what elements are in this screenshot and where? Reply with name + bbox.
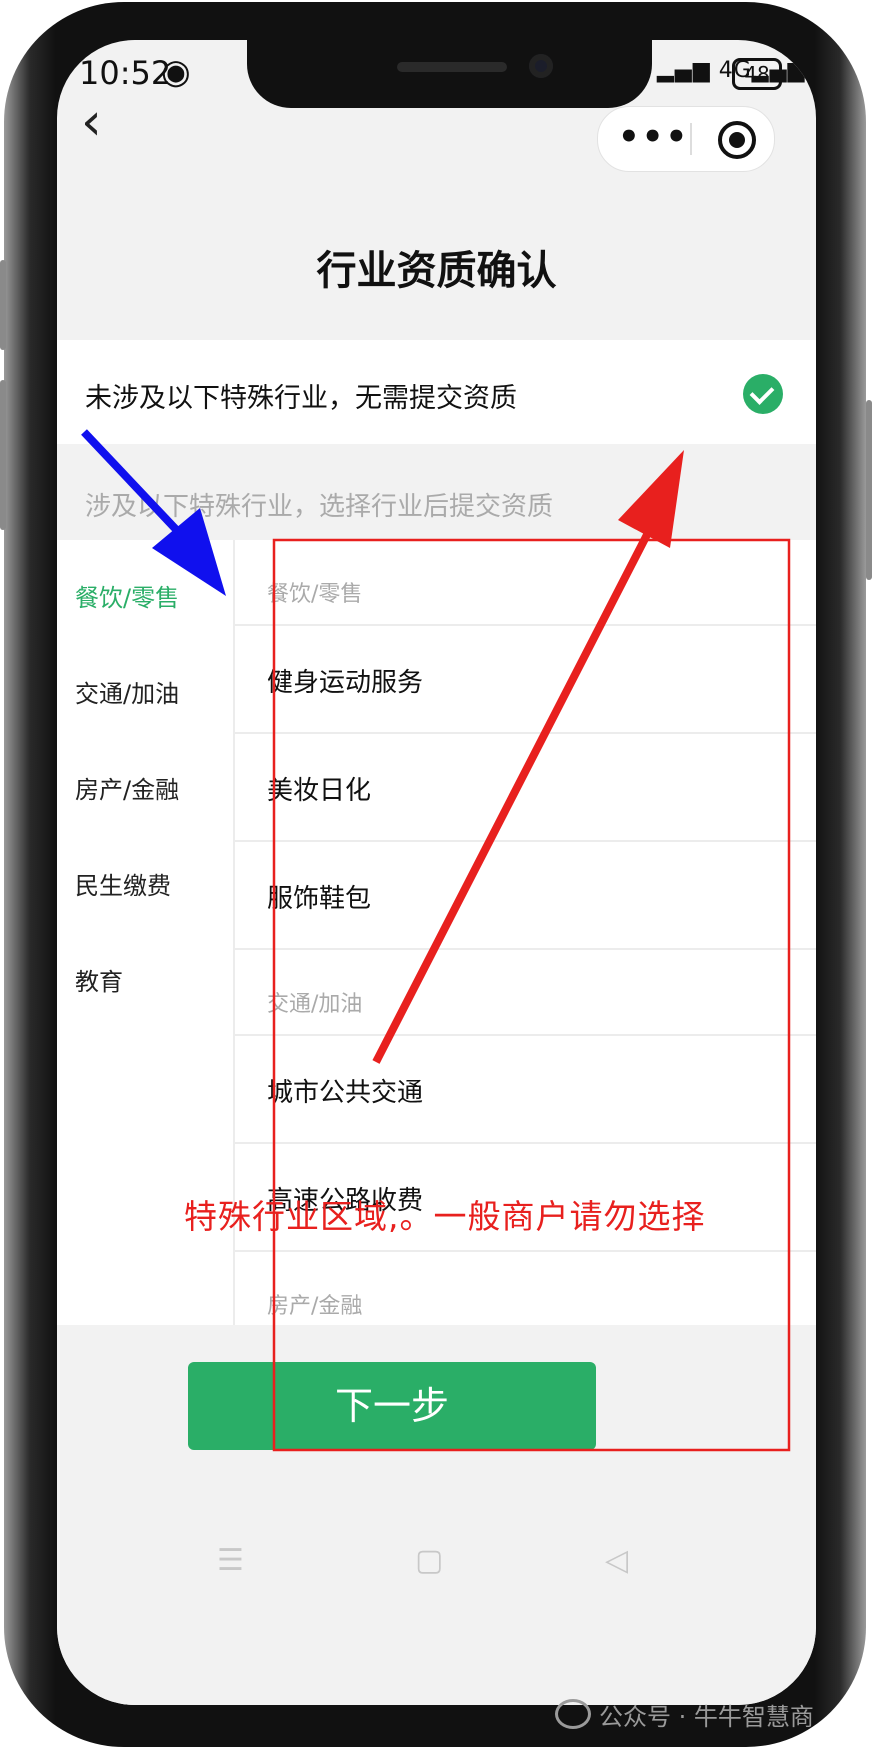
back-nav-icon[interactable]: ◁ <box>605 1543 628 1578</box>
side-button-right <box>866 400 872 580</box>
sidebar-item-transport-fuel[interactable]: 交通/加油 <box>75 674 179 709</box>
annotation-text: 特殊行业区域,。一般商户请勿选择 <box>184 1197 706 1236</box>
wechat-icon <box>555 1699 591 1729</box>
page-title: 行业资质确认 <box>316 248 557 294</box>
battery-icon: 48 <box>732 58 782 90</box>
side-button-left-1 <box>0 260 6 350</box>
group-header-label: 房产/金融 <box>267 1294 363 1319</box>
notch <box>247 40 652 108</box>
phone-screen: 10:52 ◉ ▂▄▆ 4G▂▄▆ 48 ‹ ••• 行业资质确认 未涉及以下特… <box>57 40 816 1705</box>
sidebar-item-education[interactable]: 教育 <box>75 962 123 997</box>
capsule-divider <box>690 123 692 155</box>
status-time: 10:52 <box>79 54 172 92</box>
list-item-label: 健身运动服务 <box>267 668 424 698</box>
group-header-label: 餐饮/零售 <box>267 582 363 607</box>
eye-icon: ◉ <box>161 52 191 92</box>
group-header-dining-retail: 餐饮/零售 <box>235 540 816 626</box>
speaker <box>397 62 507 72</box>
group-header-transport-fuel: 交通/加油 <box>235 950 816 1036</box>
no-special-industry-option[interactable]: 未涉及以下特殊行业，无需提交资质 <box>57 340 816 444</box>
menu-nav-icon[interactable]: ☰ <box>217 1543 244 1578</box>
sidebar-item-utility-payment[interactable]: 民生缴费 <box>75 866 171 901</box>
section-hint: 涉及以下特殊行业，选择行业后提交资质 <box>85 492 554 522</box>
list-item-apparel[interactable]: 服饰鞋包 <box>235 842 816 950</box>
group-header-property-finance: 房产/金融 <box>235 1252 816 1336</box>
list-item-fitness[interactable]: 健身运动服务 <box>235 626 816 734</box>
list-item-label: 服饰鞋包 <box>267 884 372 914</box>
sidebar-item-property-finance[interactable]: 房产/金融 <box>75 770 179 805</box>
watermark-text: 公众号 · 牛牛智慧商 <box>599 1703 814 1731</box>
list-item-label: 美妆日化 <box>267 776 372 806</box>
list-item-city-transit[interactable]: 城市公共交通 <box>235 1036 816 1144</box>
home-nav-icon[interactable]: ▢ <box>415 1543 443 1578</box>
checkmark-icon[interactable] <box>743 374 783 414</box>
no-special-industry-label: 未涉及以下特殊行业，无需提交资质 <box>85 383 517 414</box>
watermark: 公众号 · 牛牛智慧商 <box>555 1697 814 1732</box>
target-close-icon[interactable] <box>718 121 756 159</box>
side-button-left-2 <box>0 380 6 530</box>
next-step-button[interactable]: 下一步 <box>188 1362 596 1450</box>
bottom-area: 下一步 ☰ ▢ ◁ <box>57 1325 816 1705</box>
mini-program-capsule: ••• <box>597 106 775 172</box>
back-chevron-icon[interactable]: ‹ <box>81 96 102 148</box>
list-item-label: 城市公共交通 <box>267 1078 424 1108</box>
group-header-label: 交通/加油 <box>267 992 363 1017</box>
sidebar-item-dining-retail[interactable]: 餐饮/零售 <box>75 578 179 613</box>
more-dots-icon[interactable]: ••• <box>618 113 688 165</box>
front-camera <box>529 54 553 78</box>
list-item-cosmetics[interactable]: 美妆日化 <box>235 734 816 842</box>
